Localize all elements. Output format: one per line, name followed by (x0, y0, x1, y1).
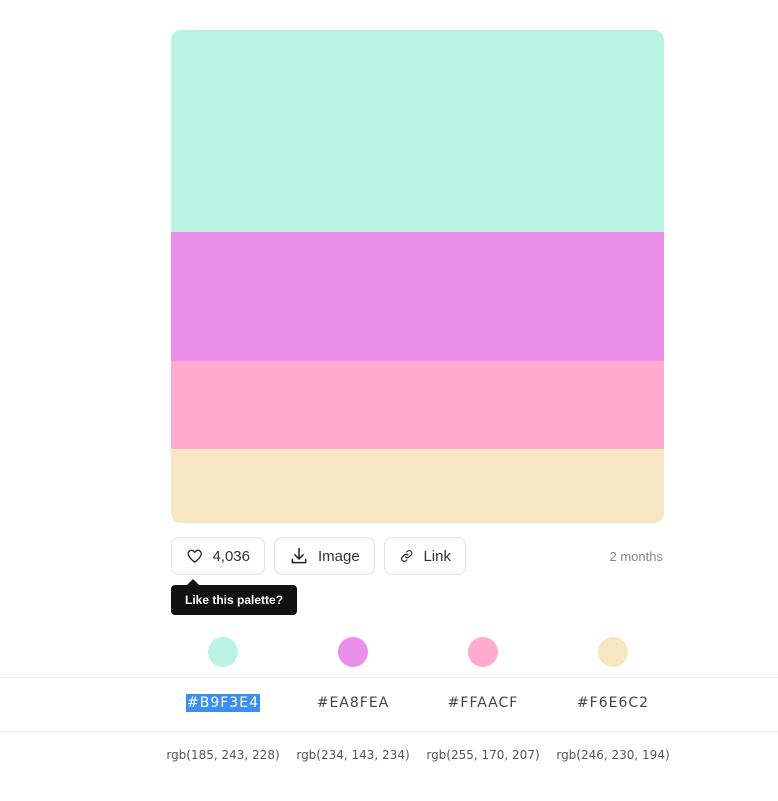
swatch-3[interactable] (171, 361, 664, 449)
color-dot-1[interactable] (208, 637, 238, 667)
download-image-button[interactable]: Image (274, 537, 375, 575)
divider (0, 677, 778, 678)
swatch-2[interactable] (171, 232, 664, 361)
rgb-value-2[interactable]: rgb(234, 143, 234) (288, 748, 418, 762)
posted-time: 2 months (609, 549, 663, 564)
like-tooltip: Like this palette? (171, 579, 298, 615)
palette-preview (171, 30, 664, 523)
divider (0, 731, 778, 732)
swatch-4[interactable] (171, 449, 664, 523)
image-label: Image (318, 547, 360, 565)
hex-code-3[interactable]: #FFAACF (447, 694, 520, 712)
rgb-value-1[interactable]: rgb(185, 243, 228) (158, 748, 288, 762)
heart-icon (187, 549, 202, 563)
hex-code-2[interactable]: #EA8FEA (316, 694, 391, 712)
color-dot-2[interactable] (338, 637, 368, 667)
link-icon (401, 550, 413, 562)
hex-code-1[interactable]: #B9F3E4 (186, 694, 260, 712)
like-button[interactable]: 4,036 (171, 537, 265, 575)
copy-link-button[interactable]: Link (384, 537, 466, 575)
rgb-value-3[interactable]: rgb(255, 170, 207) (418, 748, 548, 762)
rgb-value-4[interactable]: rgb(246, 230, 194) (548, 748, 678, 762)
color-dots (158, 637, 678, 667)
color-dot-3[interactable] (468, 637, 498, 667)
link-label: Link (423, 547, 451, 565)
hex-codes: #B9F3E4 #EA8FEA #FFAACF #F6E6C2 (158, 694, 678, 712)
color-dot-4[interactable] (598, 637, 628, 667)
download-icon (291, 547, 307, 564)
palette-actions: 4,036 Image Link (171, 537, 466, 575)
rgb-values: rgb(185, 243, 228) rgb(234, 143, 234) rg… (158, 748, 678, 762)
like-count: 4,036 (212, 547, 250, 565)
swatch-1[interactable] (171, 30, 664, 232)
hex-code-4[interactable]: #F6E6C2 (576, 694, 650, 712)
